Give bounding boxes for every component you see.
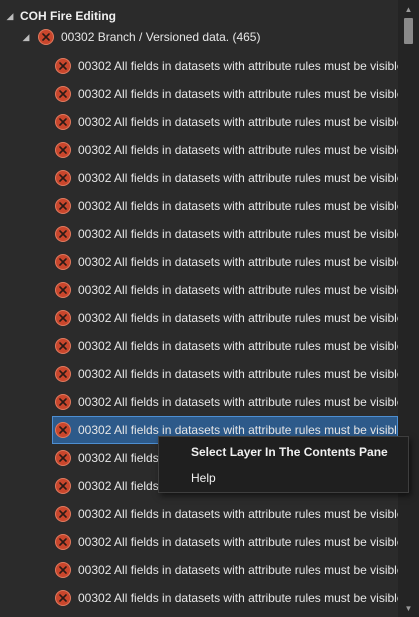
scrollbar-thumb[interactable] [404,18,413,44]
error-item-row[interactable]: 00302 All fields in datasets with attrib… [52,528,398,556]
error-item-row[interactable]: 00302 All fields in datasets with attrib… [52,136,398,164]
error-item-label: 00302 All fields in datasets with attrib… [78,507,398,521]
error-item-label: 00302 All fields in datasets with attrib… [78,87,398,101]
error-icon [55,254,71,270]
error-icon [55,562,71,578]
error-item-row[interactable]: 00302 All fields in datasets with attrib… [52,360,398,388]
error-item-label: 00302 All fields in datasets with attrib… [78,143,398,157]
error-icon [55,394,71,410]
error-item-row[interactable]: 00302 All fields in datasets with attrib… [52,584,398,612]
error-icon [55,142,71,158]
error-item-row[interactable]: 00302 All fields in datasets with attrib… [52,304,398,332]
error-icon [55,198,71,214]
error-icon [55,282,71,298]
vertical-scrollbar[interactable]: ▲ ▼ [398,0,419,617]
error-item-label: 00302 All fields in datasets with attrib… [78,563,398,577]
error-item-row[interactable]: 00302 All fields in datasets with attrib… [52,556,398,584]
error-item-label: 00302 All fields in datasets with attrib… [78,395,398,409]
error-item-label: 00302 All fields in datasets with attrib… [78,283,398,297]
error-icon [55,58,71,74]
error-icon [55,310,71,326]
error-icon [55,86,71,102]
error-icon [55,170,71,186]
error-item-row[interactable]: 00302 All fields in datasets with attrib… [52,80,398,108]
error-item-label: 00302 All fields in datasets with attrib… [78,535,398,549]
error-icon [55,590,71,606]
error-item-label: 00302 All fields in datasets with attrib… [78,311,398,325]
error-icon [55,450,71,466]
error-icon [55,114,71,130]
error-icon [55,422,71,438]
error-item-label: 00302 All fields in datasets with attrib… [78,227,398,241]
error-icon [55,506,71,522]
error-icon [55,338,71,354]
error-icon [55,226,71,242]
error-icon [55,534,71,550]
error-item-row[interactable]: 00302 All fields in datasets with attrib… [52,276,398,304]
error-icon [38,29,54,45]
expand-collapse-icon[interactable]: ◢ [21,32,31,42]
tree-group-label: 00302 Branch / Versioned data. (465) [61,30,261,44]
error-item-label: 00302 All fields in datasets with attrib… [78,367,398,381]
menu-item-select-layer[interactable]: Select Layer In The Contents Pane [159,439,408,465]
error-item-row[interactable]: 00302 All fields in datasets with attrib… [52,192,398,220]
error-inspector-panel: ◢ COH Fire Editing ◢ 00302 Branch / Vers… [0,0,419,617]
tree-root-label: COH Fire Editing [20,9,116,23]
error-item-row[interactable]: 00302 All fields in datasets with attrib… [52,220,398,248]
error-tree: ◢ COH Fire Editing ◢ 00302 Branch / Vers… [0,0,398,617]
error-item-row[interactable]: 00302 All fields in datasets with attrib… [52,248,398,276]
error-item-label: 00302 All fields in datasets with attrib… [78,255,398,269]
scroll-down-arrow-icon[interactable]: ▼ [398,601,419,615]
error-item-label: 00302 All fields in datasets with attrib… [78,591,398,605]
error-item-row[interactable]: 00302 All fields in datasets with attrib… [52,388,398,416]
error-item-label: 00302 All fields in datasets with attrib… [78,339,398,353]
error-item-row[interactable]: 00302 All fields in datasets with attrib… [52,164,398,192]
menu-item-help[interactable]: Help [159,465,408,491]
scroll-up-arrow-icon[interactable]: ▲ [398,2,419,16]
error-item-label: 00302 All fields in datasets with attrib… [78,171,398,185]
error-item-label: 00302 All fields in datasets with attrib… [78,115,398,129]
context-menu: Select Layer In The Contents Pane Help [158,436,409,493]
error-item-label: 00302 All fields in datasets with attrib… [78,59,398,73]
error-item-row[interactable]: 00302 All fields in datasets with attrib… [52,500,398,528]
error-item-row[interactable]: 00302 All fields in datasets with attrib… [52,332,398,360]
error-icon [55,478,71,494]
error-item-row[interactable]: 00302 All fields in datasets with attrib… [52,108,398,136]
tree-group-row[interactable]: ◢ 00302 Branch / Versioned data. (465) [21,23,260,51]
error-item-label: 00302 All fields in datasets with attrib… [78,423,398,437]
expand-collapse-icon[interactable]: ◢ [5,11,15,21]
error-item-row[interactable]: 00302 All fields in datasets with attrib… [52,52,398,80]
error-item-label: 00302 All fields in datasets with attrib… [78,199,398,213]
error-icon [55,366,71,382]
